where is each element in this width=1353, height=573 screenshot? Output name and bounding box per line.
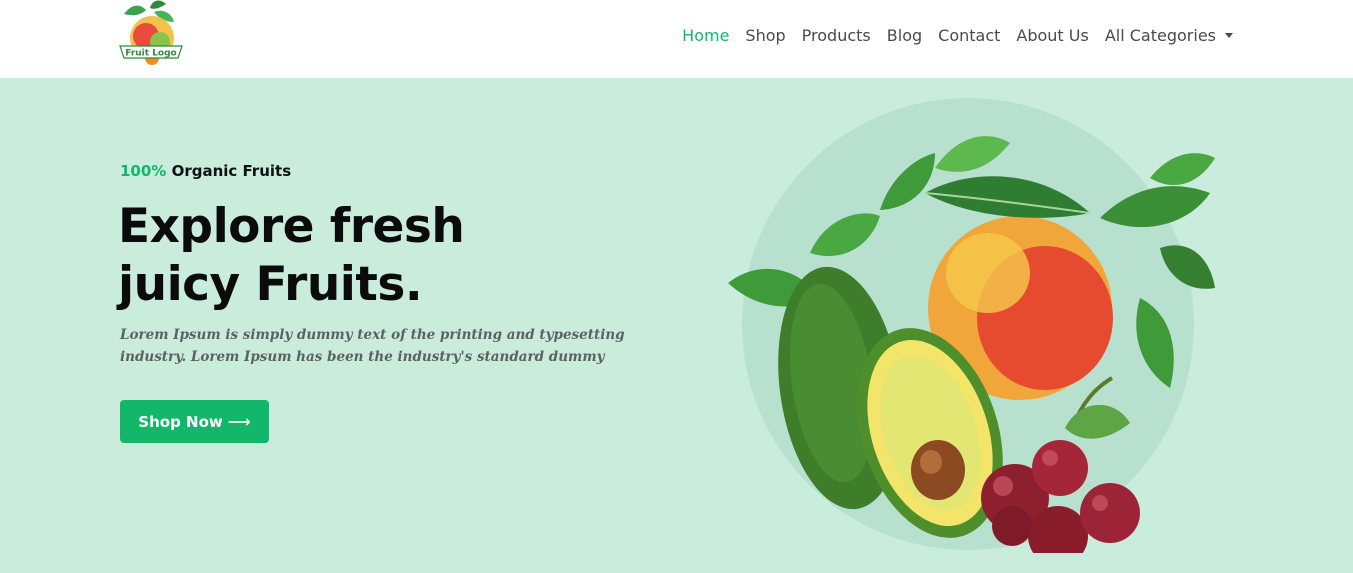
arrow-right-icon: ⟶ [227, 412, 251, 431]
logo-text: Fruit Logo [125, 49, 176, 59]
nav-all-categories-dropdown[interactable]: All Categories [1105, 26, 1233, 45]
eyebrow-text: Organic Fruits [171, 162, 292, 180]
shop-now-label: Shop Now [138, 412, 223, 431]
hero-headline: Explore fresh juicy Fruits. [118, 198, 678, 314]
nav-home[interactable]: Home [682, 26, 729, 45]
nav-all-categories-label: All Categories [1104, 25, 1216, 45]
shop-now-button[interactable]: Shop Now ⟶ [120, 400, 269, 443]
nav-about-us[interactable]: About Us [1016, 26, 1088, 45]
site-logo[interactable]: Fruit Logo [116, 0, 188, 70]
headline-line-1: Explore fresh [118, 199, 465, 254]
eyebrow-accent: 100% [120, 162, 167, 180]
headline-line-2: juicy Fruits. [118, 257, 423, 312]
hero-eyebrow: 100% Organic Fruits [120, 162, 291, 180]
nav-shop[interactable]: Shop [745, 26, 785, 45]
nav-contact[interactable]: Contact [938, 26, 1000, 45]
main-nav: Home Shop Products Blog Contact About Us… [666, 23, 1233, 47]
chevron-down-icon [1225, 32, 1233, 38]
fruit-illustration [720, 98, 1220, 553]
hero-lead-text: Lorem Ipsum is simply dummy text of the … [120, 327, 625, 365]
top-navbar: Fruit Logo Home Shop Products Blog Conta… [0, 0, 1353, 78]
nav-blog[interactable]: Blog [887, 26, 922, 45]
fruit-logo-icon: Fruit Logo [119, 0, 183, 65]
nav-products[interactable]: Products [802, 26, 871, 45]
hero-section: 100% Organic Fruits Explore fresh juicy … [0, 78, 1353, 573]
